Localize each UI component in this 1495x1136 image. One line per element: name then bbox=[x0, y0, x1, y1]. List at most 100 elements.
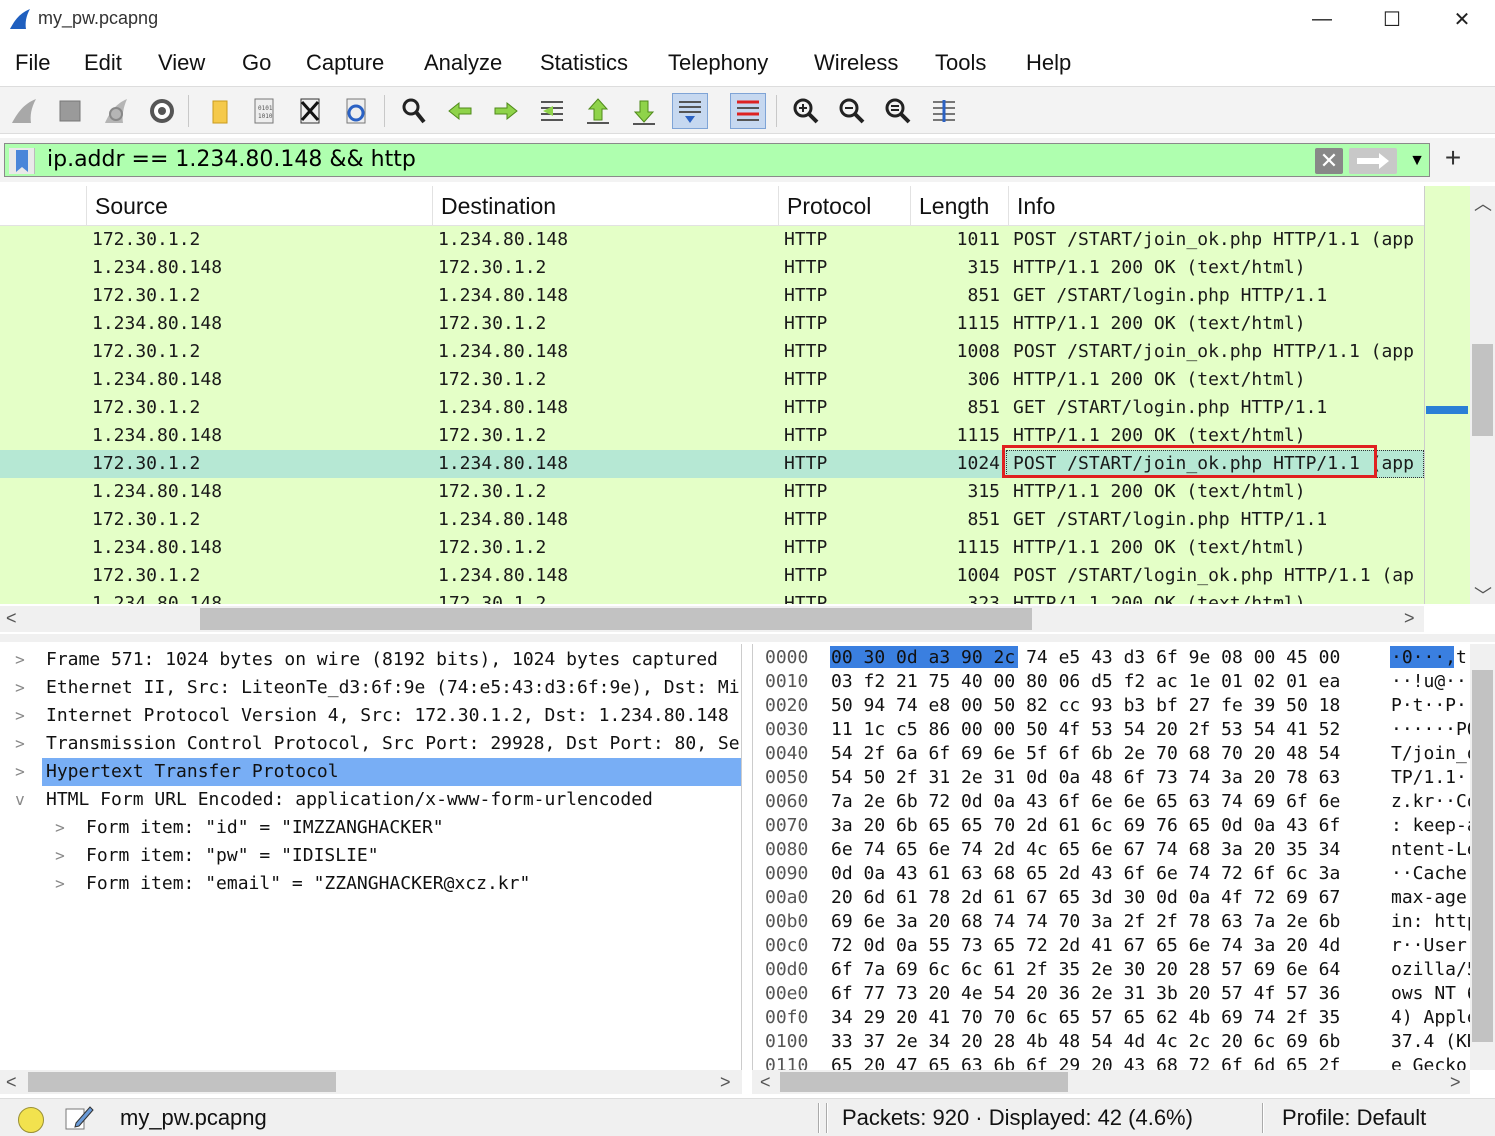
packet-row[interactable]: 172.30.1.2 1.234.80.148 HTTP 1008 POST /STAR… bbox=[0, 338, 1424, 366]
detail-tree-item[interactable]: > Frame 571: 1024 bytes on wire (8192 bit… bbox=[0, 646, 741, 674]
bytes-row[interactable]: 0050 54 50 2f 31 2e 31 0d 0a 48 6f 73 74 … bbox=[753, 766, 1470, 790]
capture-comment-edit-icon[interactable] bbox=[62, 1103, 94, 1133]
packet-row[interactable]: 172.30.1.2 1.234.80.148 HTTP 851 GET /START/… bbox=[0, 506, 1424, 534]
close-button[interactable]: ✕ bbox=[1430, 0, 1494, 38]
menu-go[interactable]: Go bbox=[242, 50, 271, 76]
collapsed-chevron-icon[interactable]: > bbox=[10, 674, 30, 702]
packet-row[interactable]: 1.234.80.148 172.30.1.2 HTTP 1115 HTTP/1.1 2… bbox=[0, 534, 1424, 562]
column-header-source[interactable]: Source bbox=[86, 186, 432, 226]
bytes-scroll-left-icon[interactable]: < bbox=[760, 1072, 771, 1093]
scroll-down-icon[interactable]: ﹀ bbox=[1474, 582, 1492, 608]
collapsed-chevron-icon[interactable]: > bbox=[10, 730, 30, 758]
packet-row[interactable]: 172.30.1.2 1.234.80.148 HTTP 1004 POST /STAR… bbox=[0, 562, 1424, 590]
detail-tree-item[interactable]: > Transmission Control Protocol, Src Port… bbox=[0, 730, 741, 758]
go-to-packet-icon[interactable] bbox=[534, 93, 570, 129]
menu-help[interactable]: Help bbox=[1026, 50, 1071, 76]
close-file-icon[interactable] bbox=[292, 93, 328, 129]
details-scroll-left-icon[interactable]: < bbox=[6, 1072, 17, 1093]
maximize-button[interactable]: ☐ bbox=[1360, 0, 1424, 38]
packet-list-horizontal-scroll-thumb[interactable] bbox=[200, 608, 1032, 630]
resize-columns-icon[interactable] bbox=[926, 93, 962, 129]
collapsed-chevron-icon[interactable]: > bbox=[50, 870, 70, 898]
zoom-in-icon[interactable] bbox=[788, 93, 824, 129]
menu-edit[interactable]: Edit bbox=[84, 50, 122, 76]
menu-tools[interactable]: Tools bbox=[935, 50, 986, 76]
detail-tree-item[interactable]: > Form item: "id" = "IMZZANGHACKER" bbox=[0, 814, 741, 842]
column-header-protocol[interactable]: Protocol bbox=[778, 186, 910, 226]
packet-row[interactable]: 1.234.80.148 172.30.1.2 HTTP 323 HTTP/1.1 20… bbox=[0, 590, 1424, 604]
status-profile[interactable]: Profile: Default bbox=[1282, 1105, 1426, 1131]
column-header-destination[interactable]: Destination bbox=[432, 186, 778, 226]
packet-row[interactable]: 1.234.80.148 172.30.1.2 HTTP 315 HTTP/1.1 20… bbox=[0, 478, 1424, 506]
bytes-row[interactable]: 0070 3a 20 6b 65 65 70 2d 61 6c 69 76 65 … bbox=[753, 814, 1470, 838]
bytes-row[interactable]: 00a0 20 6d 61 78 2d 61 67 65 3d 30 0d 0a … bbox=[753, 886, 1470, 910]
scroll-right-icon[interactable]: > bbox=[1404, 608, 1415, 629]
options-gear-icon[interactable] bbox=[144, 93, 180, 129]
packet-row[interactable]: 1.234.80.148 172.30.1.2 HTTP 1115 HTTP/1.1 2… bbox=[0, 310, 1424, 338]
bytes-row[interactable]: 00e0 6f 77 73 20 4e 54 20 36 2e 31 3b 20 … bbox=[753, 982, 1470, 1006]
packet-row[interactable]: 1.234.80.148 172.30.1.2 HTTP 306 HTTP/1.1 20… bbox=[0, 366, 1424, 394]
packet-list-vertical-scroll-thumb[interactable] bbox=[1472, 344, 1493, 436]
packet-row[interactable]: 172.30.1.2 1.234.80.148 HTTP 1011 POST /STAR… bbox=[0, 226, 1424, 254]
first-packet-icon[interactable] bbox=[580, 93, 616, 129]
bytes-row[interactable]: 0080 6e 74 65 6e 74 2d 4c 65 6e 67 74 68 … bbox=[753, 838, 1470, 862]
bytes-row[interactable]: 0020 50 94 74 e8 00 50 82 cc 93 b3 bf 27 … bbox=[753, 694, 1470, 718]
filter-history-chevron-down-icon[interactable]: ▼ bbox=[1405, 148, 1429, 174]
add-filter-button-plus-icon[interactable]: + bbox=[1440, 143, 1466, 175]
detail-tree-item[interactable]: v HTML Form URL Encoded: application/x-ww… bbox=[0, 786, 741, 814]
packet-row[interactable]: 1.234.80.148 172.30.1.2 HTTP 315 HTTP/1.1 20… bbox=[0, 254, 1424, 282]
pane-splitter[interactable] bbox=[0, 634, 1495, 642]
restart-icon[interactable] bbox=[98, 93, 134, 129]
stop-icon[interactable] bbox=[52, 93, 88, 129]
forward-arrow-icon[interactable] bbox=[488, 93, 524, 129]
bytes-row[interactable]: 0110 65 20 47 65 63 6b 6f 29 20 43 68 72 … bbox=[753, 1054, 1470, 1070]
autoscroll-icon[interactable] bbox=[672, 93, 708, 129]
menu-file[interactable]: File bbox=[15, 50, 50, 76]
bookmark-icon[interactable] bbox=[9, 148, 35, 174]
detail-tree-item[interactable]: > Hypertext Transfer Protocol bbox=[0, 758, 741, 786]
expert-info-status-icon[interactable] bbox=[18, 1107, 44, 1133]
column-header-length[interactable]: Length bbox=[910, 186, 1008, 226]
bytes-row[interactable]: 00b0 69 6e 3a 20 68 74 74 70 3a 2f 2f 78 … bbox=[753, 910, 1470, 934]
column-header-no[interactable] bbox=[0, 186, 86, 226]
clear-filter-icon[interactable]: ✕ bbox=[1315, 148, 1343, 174]
menu-analyze[interactable]: Analyze bbox=[424, 50, 502, 76]
bytes-row[interactable]: 0010 03 f2 21 75 40 00 80 06 d5 f2 ac 1e … bbox=[753, 670, 1470, 694]
detail-tree-item[interactable]: > Form item: "pw" = "IDISLIE" bbox=[0, 842, 741, 870]
collapsed-chevron-icon[interactable]: > bbox=[50, 842, 70, 870]
bytes-row[interactable]: 00f0 34 29 20 41 70 70 6c 65 57 65 62 4b … bbox=[753, 1006, 1470, 1030]
bytes-vertical-scroll-thumb[interactable] bbox=[1472, 670, 1493, 1042]
menu-view[interactable]: View bbox=[158, 50, 205, 76]
last-packet-icon[interactable] bbox=[626, 93, 662, 129]
menu-telephony[interactable]: Telephony bbox=[668, 50, 768, 76]
scroll-left-icon[interactable]: < bbox=[6, 608, 17, 629]
bytes-row[interactable]: 0030 11 1c c5 86 00 00 50 4f 53 54 20 2f … bbox=[753, 718, 1470, 742]
collapsed-chevron-icon[interactable]: > bbox=[50, 814, 70, 842]
packet-row[interactable]: 172.30.1.2 1.234.80.148 HTTP 851 GET /START/… bbox=[0, 394, 1424, 422]
column-header-info[interactable]: Info bbox=[1008, 186, 1424, 226]
find-icon[interactable] bbox=[396, 93, 432, 129]
details-scroll-right-icon[interactable]: > bbox=[720, 1072, 731, 1093]
bytes-scroll-right-icon[interactable]: > bbox=[1450, 1072, 1461, 1093]
detail-tree-item[interactable]: > Internet Protocol Version 4, Src: 172.3… bbox=[0, 702, 741, 730]
save-file-icon[interactable]: 0101 1010 bbox=[246, 93, 282, 129]
collapsed-chevron-icon[interactable]: > bbox=[10, 646, 30, 674]
normal-size-icon[interactable] bbox=[880, 93, 916, 129]
packet-minimap[interactable] bbox=[1424, 186, 1470, 604]
bytes-horizontal-scroll-thumb[interactable] bbox=[780, 1072, 1068, 1092]
expanded-chevron-icon[interactable]: v bbox=[10, 786, 30, 814]
reload-icon[interactable] bbox=[338, 93, 374, 129]
minimize-button[interactable]: — bbox=[1290, 0, 1354, 38]
bytes-row[interactable]: 00d0 6f 7a 69 6c 6c 61 2f 35 2e 30 20 28 … bbox=[753, 958, 1470, 982]
open-folder-icon[interactable] bbox=[200, 93, 236, 129]
bytes-row[interactable]: 0060 7a 2e 6b 72 0d 0a 43 6f 6e 6e 65 63 … bbox=[753, 790, 1470, 814]
scroll-up-icon[interactable]: ︿ bbox=[1474, 190, 1492, 216]
packet-row[interactable]: 172.30.1.2 1.234.80.148 HTTP 851 GET /START/… bbox=[0, 282, 1424, 310]
menu-capture[interactable]: Capture bbox=[306, 50, 384, 76]
collapsed-chevron-icon[interactable]: > bbox=[10, 758, 30, 786]
zoom-out-icon[interactable] bbox=[834, 93, 870, 129]
apply-filter-arrow-icon[interactable] bbox=[1349, 148, 1397, 174]
collapsed-chevron-icon[interactable]: > bbox=[10, 702, 30, 730]
detail-tree-item[interactable]: > Ethernet II, Src: LiteonTe_d3:6f:9e (74… bbox=[0, 674, 741, 702]
bytes-row[interactable]: 0000 00 30 0d a3 90 2c 74 e5 43 d3 6f 9e … bbox=[753, 646, 1470, 670]
